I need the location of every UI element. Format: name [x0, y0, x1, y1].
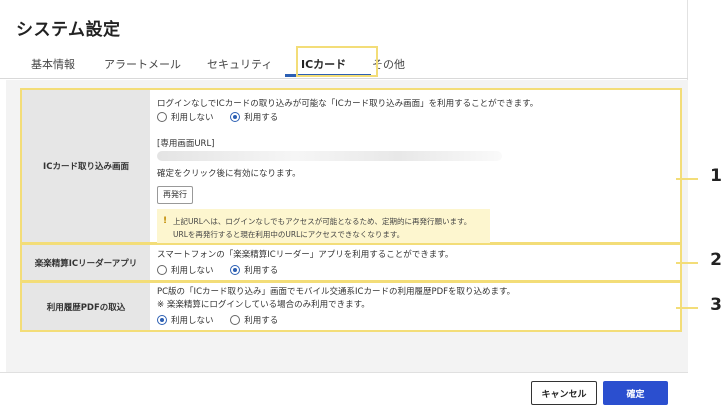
- warning-box: ! 上記URLへは、ログインなしでもアクセスが可能となるため、定期的に再発行願い…: [157, 209, 490, 243]
- reader-radio-group: 利用しない 利用する: [157, 264, 292, 278]
- reader-radio-on-label: 利用する: [244, 266, 279, 276]
- pdf-note: ※ 楽楽精算にログインしている場合のみ利用できます。: [157, 300, 370, 310]
- cancel-button[interactable]: キャンセル: [531, 381, 597, 405]
- callout-connector-1: [676, 178, 698, 180]
- callout-number-2: 2: [710, 250, 722, 270]
- ic-radio-group: 利用しない 利用する: [157, 111, 292, 125]
- pdf-radio-on[interactable]: 利用する: [230, 314, 278, 326]
- section-body-ic-reader-app: スマートフォンの「楽楽精算ICリーダー」アプリを利用することができます。 利用し…: [157, 245, 676, 280]
- pdf-radio-on-label: 利用する: [244, 316, 279, 326]
- confirm-button[interactable]: 確定: [603, 381, 668, 405]
- tab-basic-info[interactable]: 基本情報: [31, 56, 75, 72]
- section-ic-card-screen: ICカード取り込み画面 ログインなしでICカードの取り込みが可能な「ICカード取…: [20, 88, 682, 244]
- reader-radio-off[interactable]: 利用しない: [157, 264, 214, 276]
- warning-icon: !: [163, 216, 168, 226]
- ic-radio-on[interactable]: 利用する: [230, 111, 278, 123]
- section-pdf-import: 利用履歴PDFの取込 PC版の「ICカード取り込み」画面でモバイル交通系ICカー…: [20, 281, 682, 332]
- pdf-radio-off-label: 利用しない: [171, 316, 214, 326]
- section-label-ic-card-screen: ICカード取り込み画面: [22, 90, 150, 242]
- ic-radio-off[interactable]: 利用しない: [157, 111, 214, 123]
- pdf-radio-group: 利用しない 利用する: [157, 314, 292, 328]
- reissue-button[interactable]: 再発行: [157, 186, 193, 204]
- tab-security[interactable]: セキュリティ: [207, 56, 272, 72]
- warning-line-2: URLを再発行すると現在利用中のURLにアクセスできなくなります。: [173, 230, 405, 239]
- tab-highlight-frame: [296, 46, 378, 77]
- radio-checked-icon: [157, 315, 167, 325]
- ic-radio-on-label: 利用する: [244, 113, 279, 123]
- confirm-note: 確定をクリック後に有効になります。: [157, 169, 301, 179]
- callout-connector-2: [676, 262, 698, 264]
- radio-checked-icon: [230, 112, 241, 122]
- callout-number-1: 1: [710, 166, 722, 186]
- section-body-ic-card-screen: ログインなしでICカードの取り込みが可能な「ICカード取り込み画面」を利用するこ…: [157, 90, 676, 243]
- callout-connector-3: [676, 307, 698, 309]
- settings-content: ICカード取り込み画面 ログインなしでICカードの取り込みが可能な「ICカード取…: [6, 80, 688, 372]
- radio-unchecked-icon: [230, 315, 241, 325]
- blurred-url: [157, 151, 502, 161]
- section-ic-reader-app: 楽楽精算ICリーダーアプリ スマートフォンの「楽楽精算ICリーダー」アプリを利用…: [20, 243, 682, 282]
- pdf-radio-off[interactable]: 利用しない: [157, 314, 214, 326]
- radio-unchecked-icon: [157, 265, 167, 275]
- warning-line-1: 上記URLへは、ログインなしでもアクセスが可能となるため、定期的に再発行願います…: [173, 217, 472, 226]
- ic-description: ログインなしでICカードの取り込みが可能な「ICカード取り込み画面」を利用するこ…: [157, 99, 539, 109]
- url-label: [専用画面URL]: [157, 139, 215, 149]
- tab-bar: 基本情報 アラートメール セキュリティ ICカード その他: [0, 42, 688, 79]
- reader-radio-off-label: 利用しない: [171, 266, 214, 276]
- reader-description: スマートフォンの「楽楽精算ICリーダー」アプリを利用することができます。: [157, 250, 454, 260]
- dialog-footer: キャンセル 確定: [0, 372, 688, 418]
- section-label-ic-reader-app: 楽楽精算ICリーダーアプリ: [22, 245, 150, 280]
- callout-number-3: 3: [710, 295, 722, 315]
- ic-radio-off-label: 利用しない: [171, 113, 214, 123]
- tab-alert-mail[interactable]: アラートメール: [104, 56, 181, 72]
- page-title: システム設定: [16, 20, 121, 40]
- pdf-description: PC版の「ICカード取り込み」画面でモバイル交通系ICカードの利用履歴PDFを取…: [157, 287, 516, 297]
- settings-dialog: システム設定 基本情報 アラートメール セキュリティ ICカード その他 ICカ…: [0, 0, 688, 418]
- reader-radio-on[interactable]: 利用する: [230, 264, 278, 276]
- section-label-pdf-import: 利用履歴PDFの取込: [22, 283, 150, 330]
- section-body-pdf-import: PC版の「ICカード取り込み」画面でモバイル交通系ICカードの利用履歴PDFを取…: [157, 283, 676, 330]
- radio-unchecked-icon: [157, 112, 167, 122]
- radio-checked-icon: [230, 265, 241, 275]
